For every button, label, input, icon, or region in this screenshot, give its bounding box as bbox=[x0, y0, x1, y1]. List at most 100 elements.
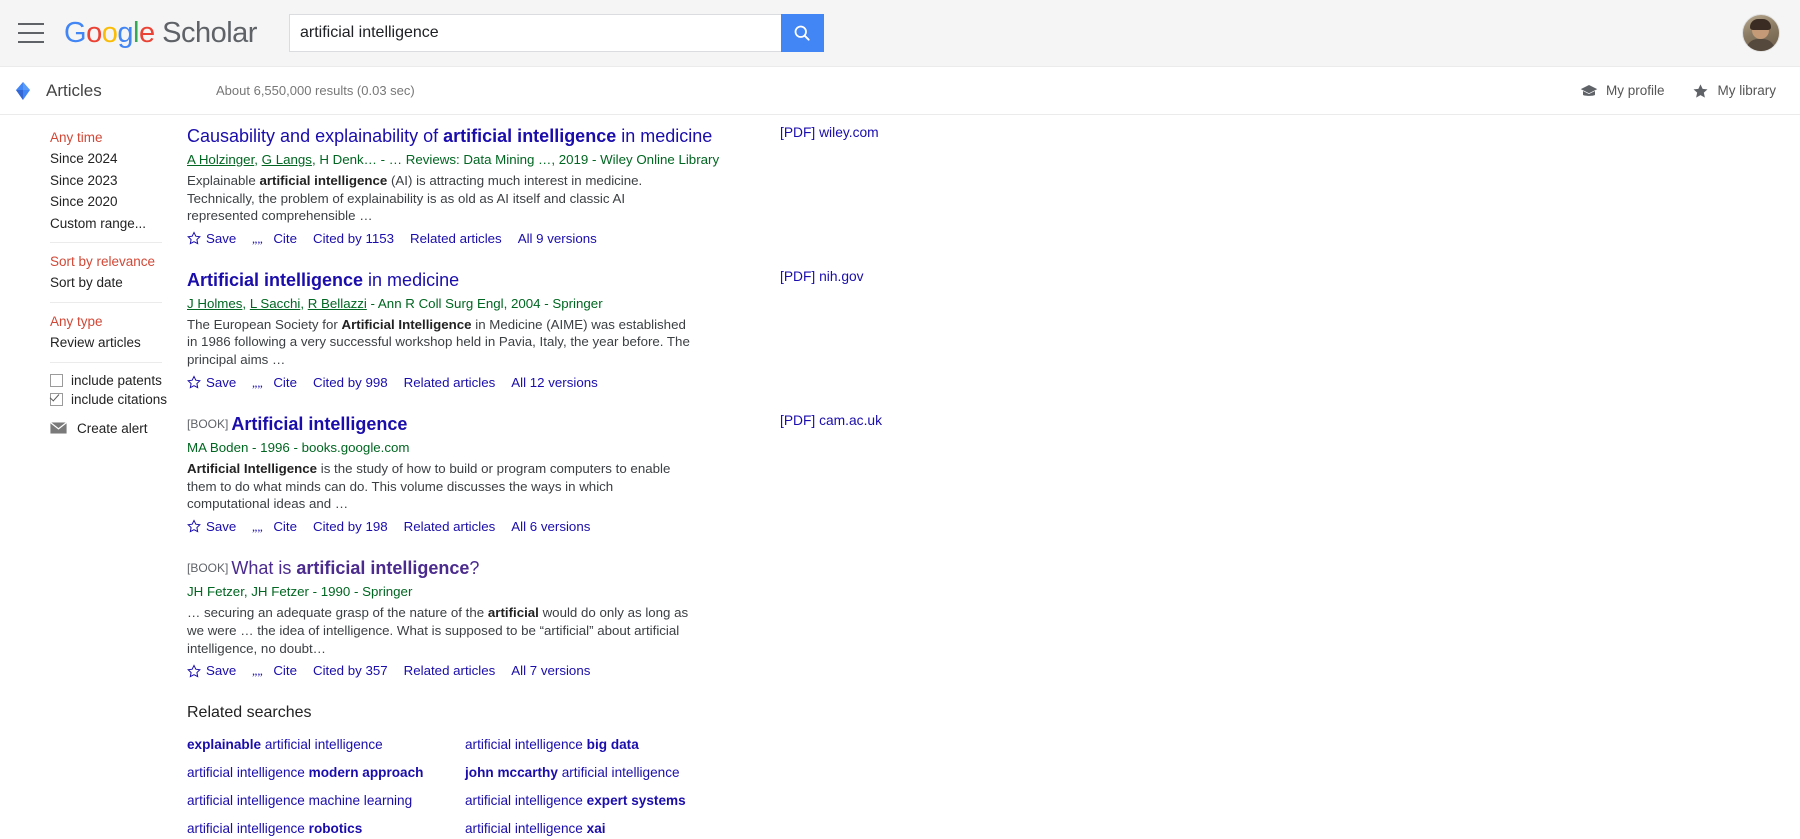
related-post: artificial intelligence bbox=[261, 737, 383, 752]
cited-by-link[interactable]: Cited by 198 bbox=[313, 519, 388, 534]
cite-button[interactable]: „„ Cite bbox=[252, 375, 297, 390]
related-pre: artificial intelligence machine learning bbox=[187, 793, 412, 808]
include-patents-row[interactable]: include patents bbox=[50, 371, 175, 390]
user-avatar[interactable] bbox=[1742, 14, 1780, 52]
author-link[interactable]: L Sacchi bbox=[250, 296, 301, 311]
result-authors-rest: , H Denk… - … Reviews: Data Mining …, 20… bbox=[312, 152, 719, 167]
related-articles-link[interactable]: Related articles bbox=[404, 519, 496, 534]
related-pre: artificial intelligence bbox=[465, 821, 587, 836]
my-profile-label: My profile bbox=[1606, 83, 1665, 98]
search-input-wrapper[interactable] bbox=[289, 14, 781, 52]
results-count: About 6,550,000 results (0.03 sec) bbox=[216, 83, 415, 98]
filter-any-type[interactable]: Any type bbox=[50, 311, 175, 332]
related-articles-link[interactable]: Related articles bbox=[404, 375, 496, 390]
result-title-pre: Causability and explainability of bbox=[187, 126, 443, 146]
book-tag: [BOOK] bbox=[187, 561, 228, 575]
my-profile-link[interactable]: My profile bbox=[1580, 83, 1665, 98]
related-search-item[interactable]: artificial intelligence expert systems bbox=[465, 790, 1800, 811]
related-search-item[interactable]: artificial intelligence modern approach bbox=[187, 762, 465, 783]
save-label: Save bbox=[206, 231, 236, 246]
related-search-item[interactable]: artificial intelligence xai bbox=[465, 818, 1800, 839]
author-link[interactable]: A Holzinger bbox=[187, 152, 254, 167]
svg-text:„„: „„ bbox=[252, 376, 263, 389]
cited-by-link[interactable]: Cited by 998 bbox=[313, 375, 388, 390]
result-title[interactable]: [BOOK]What is artificial intelligence? bbox=[187, 555, 1800, 582]
search-input[interactable] bbox=[290, 24, 781, 42]
author-link[interactable]: G Langs bbox=[262, 152, 312, 167]
logo-letter-g: G bbox=[64, 17, 86, 49]
cited-by-link[interactable]: Cited by 1153 bbox=[313, 231, 394, 246]
include-citations-checkbox[interactable] bbox=[50, 393, 63, 406]
snippet-pre: The European Society for bbox=[187, 317, 341, 332]
result-title-bold: artificial intelligence bbox=[443, 126, 616, 146]
cited-by-link[interactable]: Cited by 357 bbox=[313, 663, 388, 678]
filter-review-articles[interactable]: Review articles bbox=[50, 332, 175, 353]
cite-button[interactable]: „„ Cite bbox=[252, 519, 297, 534]
related-articles-link[interactable]: Related articles bbox=[410, 231, 502, 246]
cite-button[interactable]: „„ Cite bbox=[252, 663, 297, 678]
result-authors-rest: MA Boden - 1996 - books.google.com bbox=[187, 440, 410, 455]
all-versions-link[interactable]: All 9 versions bbox=[518, 231, 597, 246]
snippet-bold: Artificial Intelligence bbox=[341, 317, 471, 332]
logo-letter-g2: g bbox=[117, 17, 133, 49]
result-snippet: The European Society for Artificial Inte… bbox=[187, 316, 692, 369]
related-searches-title: Related searches bbox=[187, 704, 1800, 722]
result-title[interactable]: [BOOK]Artificial intelligence bbox=[187, 411, 1800, 438]
hamburger-menu-icon[interactable] bbox=[18, 23, 44, 43]
create-alert-row[interactable]: Create alert bbox=[50, 421, 175, 436]
pdf-source-link[interactable]: [PDF] nih.gov bbox=[780, 269, 864, 284]
filter-sort-by-relevance[interactable]: Sort by relevance bbox=[50, 251, 175, 272]
sidebar-divider-1 bbox=[50, 242, 162, 243]
section-title: Articles bbox=[46, 81, 216, 101]
related-pre: artificial intelligence bbox=[465, 737, 587, 752]
star-outline-icon bbox=[187, 664, 201, 678]
save-button[interactable]: Save bbox=[187, 519, 236, 534]
related-search-item[interactable]: artificial intelligence machine learning bbox=[187, 790, 465, 811]
filter-any-time[interactable]: Any time bbox=[50, 127, 175, 148]
result-authors: MA Boden - 1996 - books.google.com bbox=[187, 438, 1800, 457]
all-versions-link[interactable]: All 7 versions bbox=[511, 663, 590, 678]
all-versions-link[interactable]: All 12 versions bbox=[511, 375, 597, 390]
include-patents-checkbox[interactable] bbox=[50, 374, 63, 387]
all-versions-link[interactable]: All 6 versions bbox=[511, 519, 590, 534]
save-button[interactable]: Save bbox=[187, 231, 236, 246]
related-search-item[interactable]: artificial intelligence big data bbox=[465, 734, 1800, 755]
save-label: Save bbox=[206, 663, 236, 678]
filter-since-2023[interactable]: Since 2023 bbox=[50, 170, 175, 191]
svg-text:„„: „„ bbox=[252, 520, 263, 533]
filter-custom-range[interactable]: Custom range... bbox=[50, 213, 175, 234]
related-search-item[interactable]: john mccarthy artificial intelligence bbox=[465, 762, 1800, 783]
sort-filter-group: Sort by relevance Sort by date bbox=[50, 251, 175, 294]
result-title[interactable]: Causability and explainability of artifi… bbox=[187, 123, 1800, 149]
save-label: Save bbox=[206, 519, 236, 534]
filter-since-2024[interactable]: Since 2024 bbox=[50, 148, 175, 169]
author-link[interactable]: J Holmes bbox=[187, 296, 242, 311]
related-articles-link[interactable]: Related articles bbox=[404, 663, 496, 678]
save-button[interactable]: Save bbox=[187, 375, 236, 390]
quote-icon: „„ bbox=[252, 376, 268, 389]
result-item: [BOOK]What is artificial intelligence? J… bbox=[175, 555, 1800, 678]
result-title[interactable]: Artificial intelligence in medicine bbox=[187, 267, 1800, 293]
related-search-item[interactable]: artificial intelligence robotics bbox=[187, 818, 465, 839]
cite-button[interactable]: „„ Cite bbox=[252, 231, 297, 246]
result-item: Artificial intelligence in medicine J Ho… bbox=[175, 267, 1800, 390]
pdf-source-link[interactable]: [PDF] wiley.com bbox=[780, 125, 879, 140]
author-link[interactable]: R Bellazzi bbox=[308, 296, 367, 311]
cite-label: Cite bbox=[273, 663, 297, 678]
google-scholar-logo[interactable]: Google Scholar bbox=[64, 17, 257, 50]
star-icon bbox=[1692, 83, 1709, 99]
my-library-link[interactable]: My library bbox=[1692, 83, 1776, 99]
articles-diamond-icon bbox=[12, 80, 34, 102]
filter-sort-by-date[interactable]: Sort by date bbox=[50, 272, 175, 293]
search-button[interactable] bbox=[781, 14, 824, 52]
result-snippet: Explainable artificial intelligence (AI)… bbox=[187, 172, 692, 225]
result-authors: A Holzinger, G Langs, H Denk… - … Review… bbox=[187, 150, 1800, 169]
cite-label: Cite bbox=[273, 231, 297, 246]
related-search-item[interactable]: explainable artificial intelligence bbox=[187, 734, 465, 755]
related-bold: xai bbox=[587, 821, 606, 836]
include-citations-row[interactable]: include citations bbox=[50, 390, 175, 409]
filter-since-2020[interactable]: Since 2020 bbox=[50, 191, 175, 212]
logo-word-scholar: Scholar bbox=[155, 17, 257, 49]
save-button[interactable]: Save bbox=[187, 663, 236, 678]
pdf-source-link[interactable]: [PDF] cam.ac.uk bbox=[780, 413, 882, 428]
